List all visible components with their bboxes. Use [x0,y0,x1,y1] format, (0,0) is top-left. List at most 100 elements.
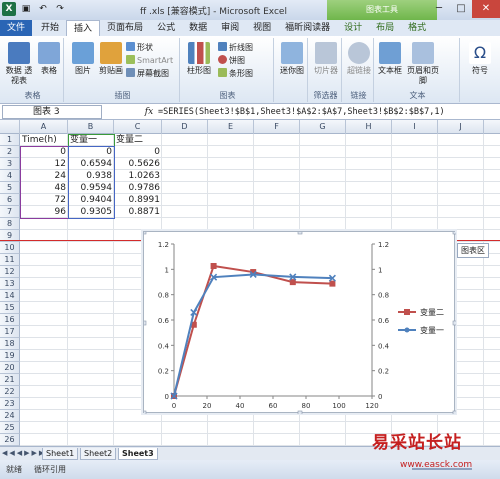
column-gridline [483,134,484,446]
row-header-22[interactable]: 22 [0,386,20,398]
tab-format[interactable]: 格式 [401,20,433,36]
smartart-button[interactable]: SmartArt [126,55,173,66]
table-button[interactable]: 表格 [34,42,64,76]
row-header-14[interactable]: 14 [0,290,20,302]
row-header-26[interactable]: 26 [0,434,20,446]
column-header-f[interactable]: F [254,120,300,134]
formula-bar: 图表 3 fx =SERIES(Sheet3!$B$1,Sheet3!$A$2:… [0,104,500,120]
clipart-button[interactable]: 剪贴画 [96,42,126,76]
line-chart-button[interactable]: 折线图 [218,42,253,53]
x-tick-label: 120 [365,402,378,410]
bar-chart-button[interactable]: 条形图 [218,68,253,79]
cell-c7[interactable]: 0.8871 [114,206,162,218]
cell-c6[interactable]: 0.8991 [114,194,162,206]
textbox-button[interactable]: 文本框 [376,42,404,76]
smartart-label: SmartArt [137,56,174,65]
column-header-b[interactable]: B [68,120,114,134]
tab-formulas[interactable]: 公式 [150,20,182,36]
row-header-19[interactable]: 19 [0,350,20,362]
pivot-table-button[interactable]: 数据 透视表 [4,42,34,86]
pie-chart-icon [218,55,227,64]
row-header-21[interactable]: 21 [0,374,20,386]
row-header-5[interactable]: 5 [0,182,20,194]
bar-chart-icon [218,68,227,77]
row-header-7[interactable]: 7 [0,206,20,218]
cell-c4[interactable]: 1.0263 [114,170,162,182]
row-header-11[interactable]: 11 [0,254,20,266]
tab-file[interactable]: 文件 [0,20,33,36]
column-header-j[interactable]: J [438,120,484,134]
sheet-tab-2[interactable]: Sheet2 [80,448,117,460]
cell-c2[interactable]: 0 [114,146,162,158]
y-tick-label: 0 [165,393,169,401]
cell-c5[interactable]: 0.9786 [114,182,162,194]
column-header-c[interactable]: C [114,120,162,134]
pie-chart-button[interactable]: 饼图 [218,55,245,66]
picture-button[interactable]: 图片 [68,42,98,76]
fx-icon[interactable]: fx [142,105,156,119]
chart-area[interactable]: 0 0 0.2 0.2 0.4 0.4 0.6 0.6 0.8 0.8 1 1 1.2 1.2 0 20 40 6… [141,229,458,416]
maximize-button[interactable]: □ [450,0,472,18]
slicer-button[interactable]: 切片器 [311,42,341,76]
sparkline-button[interactable]: 迷你图 [277,42,307,76]
row-header-13[interactable]: 13 [0,278,20,290]
sheet-nav-icon[interactable]: ◀◀◀▶▶▶ [2,449,46,457]
cell-a1[interactable]: Time(h) [20,134,68,146]
row-header-12[interactable]: 12 [0,266,20,278]
tab-review[interactable]: 审阅 [214,20,246,36]
close-button[interactable]: ✕ [472,0,500,18]
row-header-4[interactable]: 4 [0,170,20,182]
row-header-17[interactable]: 17 [0,326,20,338]
column-chart-button[interactable]: 柱形图 [184,42,214,76]
redo-icon[interactable]: ↷ [53,2,67,16]
minimize-button[interactable]: ─ [428,0,450,18]
row-header-3[interactable]: 3 [0,158,20,170]
tab-design[interactable]: 设计 [337,20,369,36]
hyperlink-button[interactable]: 超链接 [344,42,374,76]
row-header-2[interactable]: 2 [0,146,20,158]
x-range-highlight [20,146,69,219]
cell-c1[interactable]: 变量二 [114,134,162,146]
column-header-g[interactable]: G [300,120,346,134]
tab-home[interactable]: 开始 [34,20,66,36]
row-header-8[interactable]: 8 [0,218,20,230]
row-header-16[interactable]: 16 [0,314,20,326]
column-header-a[interactable]: A [20,120,68,134]
column-header-d[interactable]: D [162,120,208,134]
shapes-button[interactable]: 形状 [126,42,153,53]
x-tick-label: 20 [203,402,212,410]
data-point [210,263,217,270]
name-box[interactable]: 图表 3 [2,105,102,119]
row-header-20[interactable]: 20 [0,362,20,374]
worksheet-grid[interactable]: A B C D E F G H I J 1 2 3 4 5 6 7 8 9 10 11 12 13 14 1… [0,120,500,446]
row-header-18[interactable]: 18 [0,338,20,350]
column-header-i[interactable]: I [392,120,438,134]
row-header-25[interactable]: 25 [0,422,20,434]
header-footer-button[interactable]: 页眉和页脚 [404,42,442,86]
screenshot-button[interactable]: 屏幕截图 [126,68,169,79]
undo-icon[interactable]: ↶ [36,2,50,16]
shapes-icon [126,42,135,51]
row-header-15[interactable]: 15 [0,302,20,314]
row-header-1[interactable]: 1 [0,134,20,146]
row-header-23[interactable]: 23 [0,398,20,410]
row-header-24[interactable]: 24 [0,410,20,422]
tab-layout[interactable]: 布局 [369,20,401,36]
column-header-h[interactable]: H [346,120,392,134]
cell-c3[interactable]: 0.5626 [114,158,162,170]
save-icon[interactable]: ▣ [19,2,33,16]
column-chart-icon [188,42,210,64]
formula-input[interactable]: =SERIES(Sheet3!$B$1,Sheet3!$A$2:$A$7,She… [158,105,498,119]
tab-view[interactable]: 视图 [246,20,278,36]
tab-foxit-reader[interactable]: 福昕阅读器 [278,20,337,36]
column-header-e[interactable]: E [208,120,254,134]
select-all-corner[interactable] [0,120,20,134]
row-header-10[interactable]: 10 [0,242,20,254]
sheet-tab-3[interactable]: Sheet3 [118,448,158,460]
symbol-button[interactable]: Ω 符号 [465,42,495,76]
sheet-tab-1[interactable]: Sheet1 [42,448,79,460]
tab-data[interactable]: 数据 [182,20,214,36]
row-header-6[interactable]: 6 [0,194,20,206]
tab-insert[interactable]: 插入 [66,20,101,36]
tab-page-layout[interactable]: 页面布局 [100,20,150,36]
